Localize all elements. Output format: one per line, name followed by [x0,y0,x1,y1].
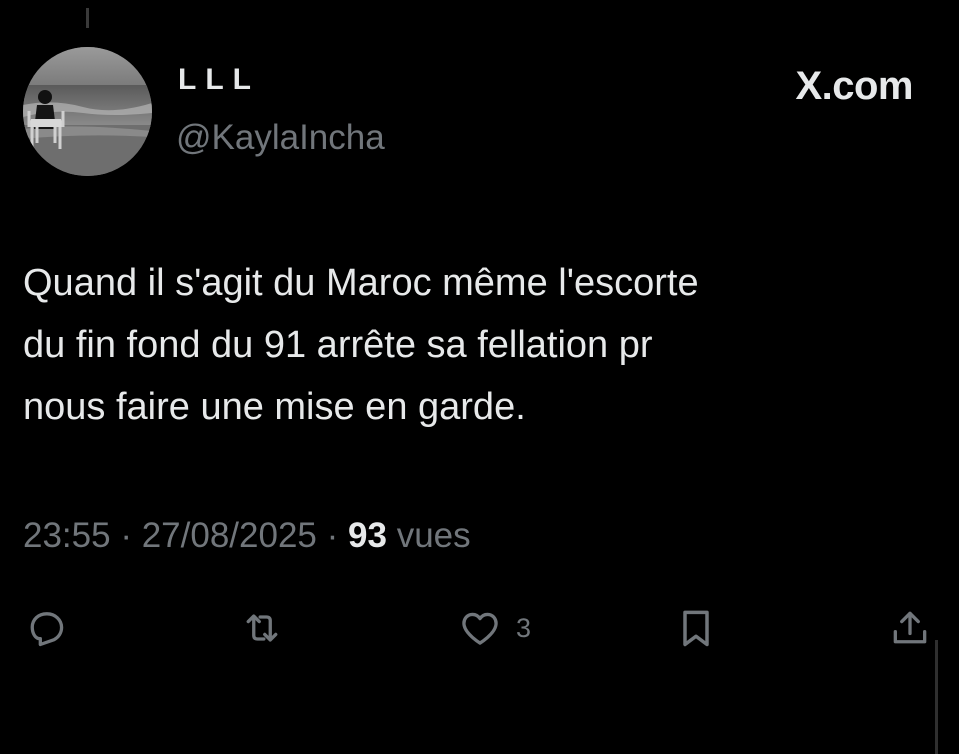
views-count: 93 [348,516,387,555]
avatar[interactable] [23,47,152,176]
user-handle[interactable]: @KaylaIncha [176,116,385,160]
top-divider-tick [86,8,89,28]
reply-icon [30,612,64,647]
tweet-text-line: du fin fond du 91 arrête sa fellation pr [23,324,653,366]
tweet-text-line: nous faire une mise en garde. [23,386,526,428]
views-label: vues [396,516,471,555]
tweet-date[interactable]: 27/08/2025 [142,516,317,555]
tweet-text-line: Quand il s'agit du Maroc même l'escorte [23,262,699,304]
retweet-icon [246,614,278,642]
display-name[interactable]: LLL [178,60,260,100]
reply-button[interactable] [24,604,68,652]
tweet-meta: 23:55 · 27/08/2025 · 93 vues [23,513,471,559]
retweet-button[interactable] [240,604,284,652]
meta-separator: · [120,516,132,555]
tweet-text: Quand il s'agit du Maroc même l'escorte … [23,252,923,438]
tweet-time[interactable]: 23:55 [23,516,111,555]
avatar-photo [23,47,152,176]
heart-icon [462,612,498,645]
meta-separator: · [326,516,339,555]
share-icon [893,611,927,644]
share-button[interactable] [888,604,932,652]
like-button[interactable]: 3 [458,604,531,652]
like-count: 3 [516,612,532,643]
scroll-indicator [935,640,938,754]
brand-logo-text: X.com [795,64,913,108]
bookmark-icon [683,610,709,647]
bookmark-button[interactable] [674,604,718,652]
